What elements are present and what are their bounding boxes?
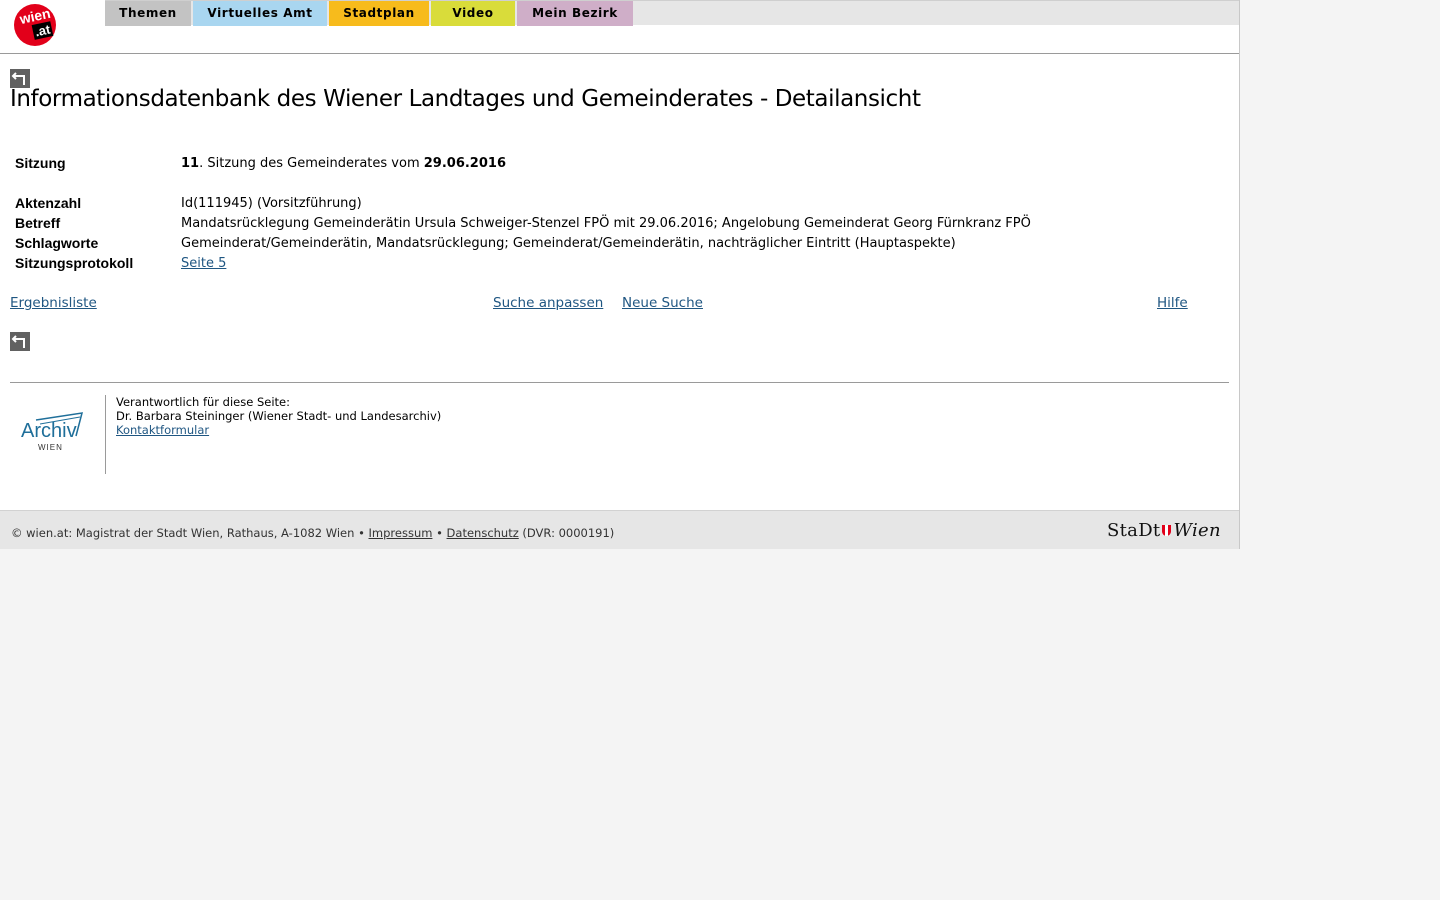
footer-dvr: (DVR: 0000191) [518, 526, 615, 540]
back-arrow-icon[interactable] [10, 332, 30, 351]
footer-text: © wien.at: Magistrat der Stadt Wien, Rat… [11, 526, 615, 540]
sitzungsprotokoll-label: Sitzungsprotokoll [15, 255, 134, 271]
footer-copyright: © wien.at: Magistrat der Stadt Wien, Rat… [11, 526, 369, 540]
responsible-person: Dr. Barbara Steininger (Wiener Stadt- un… [116, 409, 442, 423]
hilfe-link[interactable]: Hilfe [1157, 295, 1188, 311]
logo-sub-text: .at [31, 21, 54, 40]
session-value: 11. Sitzung des Gemeinderates vom 29.06.… [181, 156, 506, 171]
betreff-label: Betreff [15, 215, 61, 231]
datenschutz-link[interactable]: Datenschutz [447, 526, 519, 540]
archiv-logo-text: Archiv [21, 420, 77, 442]
nav-tab-virtuelles-amt[interactable]: Virtuelles Amt [193, 1, 327, 26]
aktenzahl-label: Aktenzahl [15, 195, 82, 211]
archiv-wien-logo: Archiv WIEN [14, 400, 94, 460]
impressum-link[interactable]: Impressum [369, 526, 433, 540]
schlagworte-label: Schlagworte [15, 235, 99, 251]
schlagworte-value: Gemeinderat/Gemeinderätin, Mandatsrückle… [181, 236, 956, 251]
nav-tab-stadtplan[interactable]: Stadtplan [329, 1, 429, 26]
divider [10, 382, 1229, 383]
wien-shield-icon [1162, 525, 1172, 536]
responsible-heading: Verantwortlich für diese Seite: [116, 395, 290, 409]
main-navigation: Themen Virtuelles Amt Stadtplan Video Me… [105, 0, 1239, 26]
site-header: wien .at Themen Virtuelles Amt Stadtplan… [0, 0, 1239, 54]
wien-at-logo[interactable]: wien .at [14, 4, 56, 46]
suche-anpassen-link[interactable]: Suche anpassen [493, 295, 603, 311]
nav-tab-video[interactable]: Video [431, 1, 515, 26]
vertical-divider [105, 395, 106, 474]
session-date: 29.06.2016 [423, 156, 506, 171]
page: wien .at Themen Virtuelles Amt Stadtplan… [0, 0, 1240, 549]
nav-tab-mein-bezirk[interactable]: Mein Bezirk [517, 1, 633, 26]
betreff-value: Mandatsrücklegung Gemeinderätin Ursula S… [181, 216, 1031, 231]
kontaktformular-link[interactable]: Kontaktformular [116, 423, 209, 437]
stadt-wien-logo[interactable]: StaDt Wien [1107, 520, 1221, 541]
nav-tab-themen[interactable]: Themen [105, 1, 191, 26]
archiv-logo-sub: WIEN [38, 443, 63, 452]
session-number: 11 [181, 156, 200, 171]
ergebnisliste-link[interactable]: Ergebnisliste [10, 295, 97, 311]
session-text: . Sitzung des Gemeinderates vom [199, 156, 424, 171]
aktenzahl-value: Id(111945) (Vorsitzführung) [181, 196, 362, 211]
page-title: Informationsdatenbank des Wiener Landtag… [10, 86, 921, 112]
site-footer: © wien.at: Magistrat der Stadt Wien, Rat… [0, 510, 1239, 549]
session-label: Sitzung [15, 155, 66, 171]
sitzungsprotokoll-link[interactable]: Seite 5 [181, 256, 226, 271]
neue-suche-link[interactable]: Neue Suche [622, 295, 703, 311]
